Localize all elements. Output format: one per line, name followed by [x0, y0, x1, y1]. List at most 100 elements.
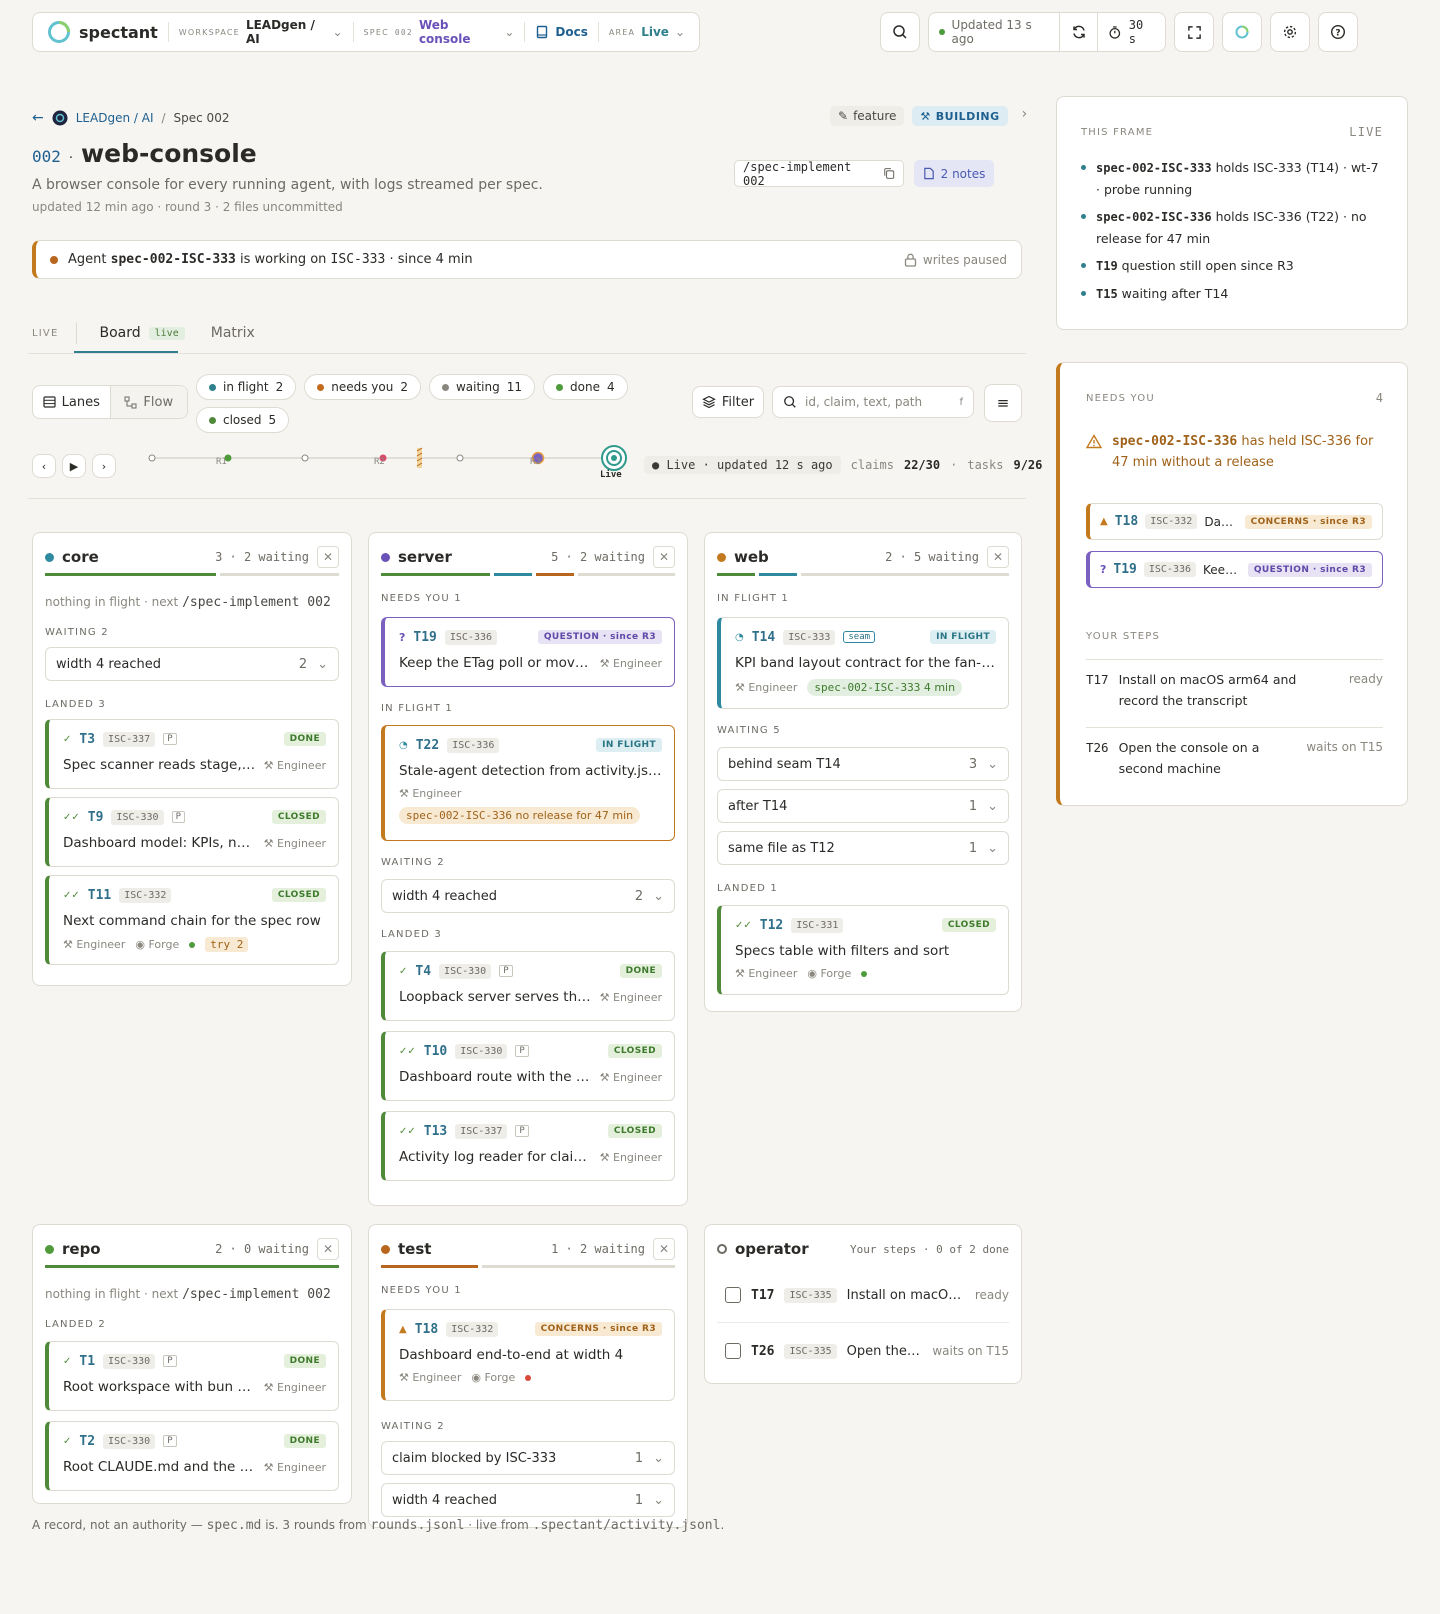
pill-in-flight[interactable]: in flight 2: [196, 374, 297, 400]
close-lane-button[interactable]: ✕: [317, 1238, 339, 1260]
note-icon: [923, 167, 934, 180]
search-button[interactable]: [880, 12, 920, 52]
lane-title: core: [45, 548, 99, 566]
waiting-group[interactable]: behind seam T14 3 ⌄: [717, 747, 1009, 781]
fullscreen-button[interactable]: [1174, 12, 1214, 52]
task-card[interactable]: ✓ T1 ISC-330 P DONE Root workspace with bun …: [45, 1341, 339, 1411]
frame-code[interactable]: spec-002-ISC-333: [1096, 161, 1212, 175]
live-updated: ● Live · updated 12 s ago: [644, 456, 841, 474]
task-card[interactable]: ✓✓ T10 ISC-330 P CLOSED Dashboard route with…: [381, 1031, 675, 1101]
task-card[interactable]: ✓ T3 ISC-337 P DONE Spec scanner reads stage…: [45, 719, 339, 789]
needs-row[interactable]: ? T19 ISC-336 Keep the ETag poll or move…: [1086, 551, 1383, 588]
area-selector[interactable]: AREA Live ⌄: [609, 25, 685, 39]
task-card-in-flight[interactable]: ◔ T22 ISC-336 IN FLIGHT Stale-agent detecti…: [381, 725, 675, 841]
row-isc: ISC-336: [1143, 562, 1197, 577]
lanes-label: Lanes: [61, 394, 100, 410]
tab-board[interactable]: Board live: [95, 325, 188, 341]
close-lane-button[interactable]: ✕: [653, 546, 675, 568]
lanes-button[interactable]: Lanes: [33, 386, 111, 418]
task-card-in-flight[interactable]: ◔ T14 ISC-333 seam IN FLIGHT KPI band layout…: [717, 617, 1009, 709]
chevron-down-icon: ⌄: [317, 656, 328, 672]
step-checkbox[interactable]: [725, 1343, 741, 1359]
task-card-question[interactable]: ? T19 ISC-336 QUESTION · since R3 Keep the …: [381, 617, 675, 687]
svg-text:?: ?: [1335, 28, 1340, 38]
command-copy[interactable]: /spec-implement 002: [734, 160, 904, 188]
pill-closed[interactable]: closed 5: [196, 407, 290, 433]
waiting-group[interactable]: same file as T12 1 ⌄: [717, 831, 1009, 865]
workspace-selector[interactable]: WORKSPACE LEADgen / AI ⌄: [179, 18, 343, 46]
pill-waiting[interactable]: waiting 11: [428, 374, 536, 400]
agent-tag[interactable]: spec-002-ISC-336 no release for 47 min: [399, 807, 641, 824]
task-card[interactable]: ✓ T4 ISC-330 P DONE Loopback server serves t…: [381, 951, 675, 1021]
frame-code[interactable]: spec-002-ISC-336: [1096, 210, 1212, 224]
agent-isc[interactable]: ISC-333: [331, 252, 386, 267]
interval-selector[interactable]: 30 s: [1098, 18, 1165, 46]
task-isc: ISC-330: [103, 1353, 156, 1369]
settings-button[interactable]: [1270, 12, 1310, 52]
task-isc: ISC-337: [103, 731, 156, 747]
lane-dot: [717, 552, 726, 562]
chevron-right-icon[interactable]: ›: [1022, 106, 1028, 126]
frame-code[interactable]: T15: [1096, 287, 1118, 301]
task-card[interactable]: ✓✓ T11 ISC-332 CLOSED Next command chain fo…: [45, 875, 339, 965]
parallel-badge: P: [163, 1355, 177, 1367]
waiting-group[interactable]: width 4 reached 2 ⌄: [381, 879, 675, 913]
menu-button[interactable]: ≡: [984, 384, 1022, 422]
task-card[interactable]: ✓✓ T12 ISC-331 CLOSED Specs table with filt…: [717, 905, 1009, 995]
task-card-concerns[interactable]: ▲ T18 ISC-332 CONCERNS · since R3 Dashboard…: [381, 1309, 675, 1401]
close-lane-button[interactable]: ✕: [653, 1238, 675, 1260]
close-lane-button[interactable]: ✕: [987, 546, 1009, 568]
task-title: Next command chain for the spec row: [63, 913, 321, 929]
pill-needs-you[interactable]: needs you 2: [304, 374, 421, 400]
agent-tag[interactable]: spec-002-ISC-333 4 min: [807, 679, 963, 696]
breadcrumb-workspace[interactable]: LEADgen / AI: [76, 111, 154, 125]
step-checkbox[interactable]: [725, 1287, 741, 1303]
theme-button[interactable]: [1222, 12, 1262, 52]
your-step[interactable]: T26 Open the console on a second machine…: [1086, 737, 1383, 779]
task-card[interactable]: ✓✓ T9 ISC-330 P CLOSED Dashboard model: KPIs…: [45, 797, 339, 867]
waiting-group[interactable]: width 4 reached 1 ⌄: [381, 1483, 675, 1517]
live-status: ● Live · updated 12 s ago claims 22/30 ·…: [644, 456, 1042, 474]
filter-button[interactable]: Filter: [692, 386, 764, 418]
next-command[interactable]: /spec-implement 002: [182, 1287, 331, 1302]
docs-link[interactable]: Docs: [535, 25, 588, 39]
round-timeline[interactable]: [140, 440, 640, 486]
lane-name: operator: [735, 1240, 809, 1258]
task-card[interactable]: ✓✓ T13 ISC-337 P CLOSED Activity log reader …: [381, 1111, 675, 1181]
agent-id[interactable]: spec-002-ISC-333: [111, 252, 236, 267]
task-card[interactable]: ✓ T2 ISC-330 P DONE Root CLAUDE.md and the R…: [45, 1421, 339, 1491]
flow-button[interactable]: Flow: [110, 386, 187, 418]
waiting-group[interactable]: after T14 1 ⌄: [717, 789, 1009, 823]
operator-step[interactable]: T26 ISC-335 Open the console on a second…: [725, 1343, 1009, 1359]
gear-icon: [1283, 25, 1297, 39]
search-input[interactable]: id, claim, text, path f: [772, 386, 974, 418]
needs-row[interactable]: ▲ T18 ISC-332 Dashboard end-to-end at wi…: [1086, 503, 1383, 540]
operator-step[interactable]: T17 ISC-335 Install on macOS arm64 and r…: [725, 1287, 1009, 1303]
prev-round-button[interactable]: ‹: [32, 454, 56, 478]
your-step[interactable]: T17 Install on macOS arm64 and record th…: [1086, 669, 1383, 711]
brand[interactable]: spectant: [47, 20, 158, 44]
notes-button[interactable]: 2 notes: [914, 160, 994, 187]
waiting-group[interactable]: claim blocked by ISC-333 1 ⌄: [381, 1441, 675, 1475]
step-isc: ISC-335: [784, 1287, 837, 1303]
lane-name: test: [398, 1240, 432, 1258]
spec-selector[interactable]: SPEC 002 Web console ⌄: [364, 18, 515, 46]
refresh-button[interactable]: [1060, 12, 1097, 52]
back-arrow-icon[interactable]: ←: [32, 110, 44, 126]
chevron-down-icon: ⌄: [987, 756, 998, 772]
close-lane-button[interactable]: ✕: [317, 546, 339, 568]
lane-core: core 3 · 2 waiting ✕ nothing in flight ·…: [32, 532, 352, 986]
next-round-button[interactable]: ›: [92, 454, 116, 478]
task-isc: ISC-330: [111, 809, 164, 825]
tab-matrix[interactable]: Matrix: [211, 325, 255, 341]
step-id: T17: [1086, 672, 1109, 687]
filter-pills-row-1: in flight 2 needs you 2 waiting 11 done 4: [196, 374, 628, 400]
pill-done[interactable]: done 4: [543, 374, 628, 400]
needs-alert[interactable]: spec-002-ISC-336 has held ISC-336 for 47…: [1086, 431, 1383, 473]
next-command[interactable]: /spec-implement 002: [182, 595, 331, 610]
waiting-group[interactable]: width 4 reached 2 ⌄: [45, 647, 339, 681]
help-button[interactable]: ?: [1318, 12, 1358, 52]
play-button[interactable]: ▶: [62, 454, 86, 478]
writes-paused-label: writes paused: [922, 252, 1007, 267]
frame-code[interactable]: T19: [1096, 259, 1118, 273]
